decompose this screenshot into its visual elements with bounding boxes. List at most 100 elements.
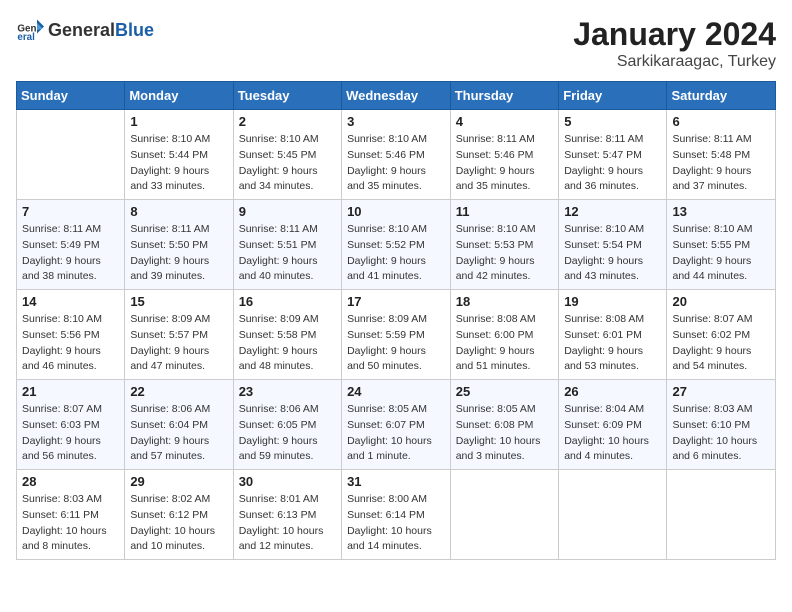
day-number: 8 [130,204,227,219]
day-info: Sunrise: 8:04 AMSunset: 6:09 PMDaylight:… [564,402,661,465]
day-number: 18 [456,294,553,309]
day-info: Sunrise: 8:07 AMSunset: 6:03 PMDaylight:… [22,402,119,465]
calendar-cell: 5Sunrise: 8:11 AMSunset: 5:47 PMDaylight… [559,110,667,200]
day-info: Sunrise: 8:11 AMSunset: 5:48 PMDaylight:… [672,132,770,195]
day-number: 26 [564,384,661,399]
day-number: 17 [347,294,445,309]
calendar-header-saturday: Saturday [667,82,776,110]
calendar-header-thursday: Thursday [450,82,558,110]
day-info: Sunrise: 8:10 AMSunset: 5:46 PMDaylight:… [347,132,445,195]
day-number: 15 [130,294,227,309]
day-number: 21 [22,384,119,399]
day-number: 10 [347,204,445,219]
day-info: Sunrise: 8:05 AMSunset: 6:08 PMDaylight:… [456,402,553,465]
calendar-header-row: SundayMondayTuesdayWednesdayThursdayFrid… [17,82,776,110]
calendar-cell: 15 Sunrise: 8:09 AMSunset: 5:57 PMDayligh… [125,290,233,380]
calendar-cell: 2 Sunrise: 8:10 AMSunset: 5:45 PMDaylight… [233,110,341,200]
day-info: Sunrise: 8:06 AMSunset: 6:05 PMDaylight:… [239,402,336,465]
calendar-week-4: 21 Sunrise: 8:07 AMSunset: 6:03 PMDayligh… [17,380,776,470]
page-header: Gen eral GeneralBlue January 2024 Sarkik… [16,16,776,71]
day-info: Sunrise: 8:07 AMSunset: 6:02 PMDaylight:… [672,312,770,375]
calendar-cell: 24 Sunrise: 8:05 AMSunset: 6:07 PMDayligh… [342,380,451,470]
day-number: 25 [456,384,553,399]
day-number: 31 [347,474,445,489]
day-info: Sunrise: 8:00 AMSunset: 6:14 PMDaylight:… [347,492,445,555]
day-number: 4 [456,114,553,129]
day-number: 20 [672,294,770,309]
day-info: Sunrise: 8:05 AMSunset: 6:07 PMDaylight:… [347,402,445,465]
title-area: January 2024 Sarkikaraagac, Turkey [573,16,776,71]
calendar-cell: 4 Sunrise: 8:11 AMSunset: 5:46 PMDaylight… [450,110,558,200]
calendar-cell [667,470,776,560]
day-info: Sunrise: 8:03 AMSunset: 6:11 PMDaylight:… [22,492,119,555]
calendar-cell: 16 Sunrise: 8:09 AMSunset: 5:58 PMDayligh… [233,290,341,380]
calendar-cell: 3 Sunrise: 8:10 AMSunset: 5:46 PMDaylight… [342,110,451,200]
calendar-header-sunday: Sunday [17,82,125,110]
calendar-week-1: 1Sunrise: 8:10 AMSunset: 5:44 PMDaylight… [17,110,776,200]
calendar-table: SundayMondayTuesdayWednesdayThursdayFrid… [16,81,776,560]
calendar-cell: 6Sunrise: 8:11 AMSunset: 5:48 PMDaylight… [667,110,776,200]
logo-icon: Gen eral [16,16,44,44]
calendar-cell [450,470,558,560]
day-number: 14 [22,294,119,309]
calendar-cell: 23 Sunrise: 8:06 AMSunset: 6:05 PMDayligh… [233,380,341,470]
day-info: Sunrise: 8:10 AMSunset: 5:45 PMDaylight:… [239,132,336,195]
calendar-cell: 7Sunrise: 8:11 AMSunset: 5:49 PMDaylight… [17,200,125,290]
day-info: Sunrise: 8:06 AMSunset: 6:04 PMDaylight:… [130,402,227,465]
day-info: Sunrise: 8:10 AMSunset: 5:55 PMDaylight:… [672,222,770,285]
calendar-cell: 25 Sunrise: 8:05 AMSunset: 6:08 PMDayligh… [450,380,558,470]
logo: Gen eral GeneralBlue [16,16,154,44]
calendar-cell: 30 Sunrise: 8:01 AMSunset: 6:13 PMDayligh… [233,470,341,560]
calendar-cell: 28Sunrise: 8:03 AMSunset: 6:11 PMDayligh… [17,470,125,560]
calendar-cell [17,110,125,200]
calendar-cell: 27 Sunrise: 8:03 AMSunset: 6:10 PMDayligh… [667,380,776,470]
day-info: Sunrise: 8:03 AMSunset: 6:10 PMDaylight:… [672,402,770,465]
calendar-cell: 19Sunrise: 8:08 AMSunset: 6:01 PMDayligh… [559,290,667,380]
day-number: 23 [239,384,336,399]
day-number: 9 [239,204,336,219]
day-number: 30 [239,474,336,489]
day-info: Sunrise: 8:11 AMSunset: 5:50 PMDaylight:… [130,222,227,285]
day-info: Sunrise: 8:11 AMSunset: 5:49 PMDaylight:… [22,222,119,285]
day-info: Sunrise: 8:09 AMSunset: 5:57 PMDaylight:… [130,312,227,375]
day-info: Sunrise: 8:10 AMSunset: 5:56 PMDaylight:… [22,312,119,375]
day-number: 3 [347,114,445,129]
calendar-week-2: 7Sunrise: 8:11 AMSunset: 5:49 PMDaylight… [17,200,776,290]
calendar-week-5: 28Sunrise: 8:03 AMSunset: 6:11 PMDayligh… [17,470,776,560]
logo-general-text: GeneralBlue [48,20,154,41]
day-number: 2 [239,114,336,129]
calendar-cell [559,470,667,560]
day-number: 16 [239,294,336,309]
day-info: Sunrise: 8:10 AMSunset: 5:52 PMDaylight:… [347,222,445,285]
day-number: 24 [347,384,445,399]
calendar-cell: 1Sunrise: 8:10 AMSunset: 5:44 PMDaylight… [125,110,233,200]
calendar-cell: 14 Sunrise: 8:10 AMSunset: 5:56 PMDayligh… [17,290,125,380]
calendar-header-monday: Monday [125,82,233,110]
calendar-cell: 11 Sunrise: 8:10 AMSunset: 5:53 PMDayligh… [450,200,558,290]
calendar-cell: 26 Sunrise: 8:04 AMSunset: 6:09 PMDayligh… [559,380,667,470]
calendar-header-tuesday: Tuesday [233,82,341,110]
location-title: Sarkikaraagac, Turkey [573,53,776,71]
day-number: 1 [130,114,227,129]
day-number: 5 [564,114,661,129]
month-title: January 2024 [573,16,776,53]
day-number: 29 [130,474,227,489]
day-info: Sunrise: 8:08 AMSunset: 6:00 PMDaylight:… [456,312,553,375]
calendar-cell: 13Sunrise: 8:10 AMSunset: 5:55 PMDayligh… [667,200,776,290]
day-info: Sunrise: 8:09 AMSunset: 5:58 PMDaylight:… [239,312,336,375]
calendar-header-friday: Friday [559,82,667,110]
calendar-cell: 18 Sunrise: 8:08 AMSunset: 6:00 PMDayligh… [450,290,558,380]
day-number: 11 [456,204,553,219]
day-number: 27 [672,384,770,399]
day-info: Sunrise: 8:10 AMSunset: 5:54 PMDaylight:… [564,222,661,285]
day-info: Sunrise: 8:10 AMSunset: 5:53 PMDaylight:… [456,222,553,285]
svg-text:eral: eral [17,32,35,43]
calendar-week-3: 14 Sunrise: 8:10 AMSunset: 5:56 PMDayligh… [17,290,776,380]
calendar-cell: 22Sunrise: 8:06 AMSunset: 6:04 PMDayligh… [125,380,233,470]
day-info: Sunrise: 8:02 AMSunset: 6:12 PMDaylight:… [130,492,227,555]
day-info: Sunrise: 8:08 AMSunset: 6:01 PMDaylight:… [564,312,661,375]
calendar-cell: 20 Sunrise: 8:07 AMSunset: 6:02 PMDayligh… [667,290,776,380]
day-info: Sunrise: 8:11 AMSunset: 5:46 PMDaylight:… [456,132,553,195]
day-info: Sunrise: 8:01 AMSunset: 6:13 PMDaylight:… [239,492,336,555]
calendar-header-wednesday: Wednesday [342,82,451,110]
